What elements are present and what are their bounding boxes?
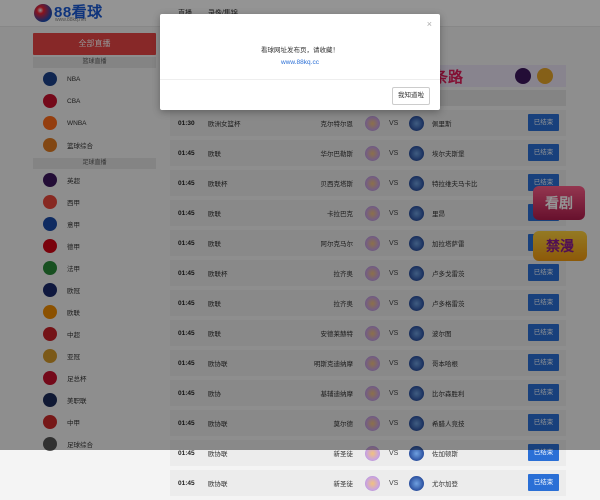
away-team-logo-icon [409,475,424,491]
modal-message: 看球网址发布页，请收藏！ [261,47,339,54]
modal-divider [160,79,440,80]
home-team-logo-icon [365,475,380,491]
acknowledge-button[interactable]: 我知道啦 [392,87,430,105]
match-row[interactable]: 01:45 欧协联 新圣徒 VS 尤尔加登 已结束 [170,470,566,500]
match-status-button[interactable]: 已结束 [528,474,559,491]
match-time: 01:45 [178,449,195,457]
vs-label: VS [389,479,399,487]
notice-modal: × 看球网址发布页，请收藏！ www.88kq.cc 我知道啦 [160,14,440,110]
close-icon[interactable]: × [427,19,432,29]
vs-label: VS [389,449,399,457]
modal-url-link[interactable]: www.88kq.cc [160,59,440,66]
match-league: 欧协联 [208,481,228,488]
home-team: 新圣徒 [333,481,354,488]
away-team: 尤尔加登 [432,481,458,488]
match-time: 01:45 [178,479,195,487]
